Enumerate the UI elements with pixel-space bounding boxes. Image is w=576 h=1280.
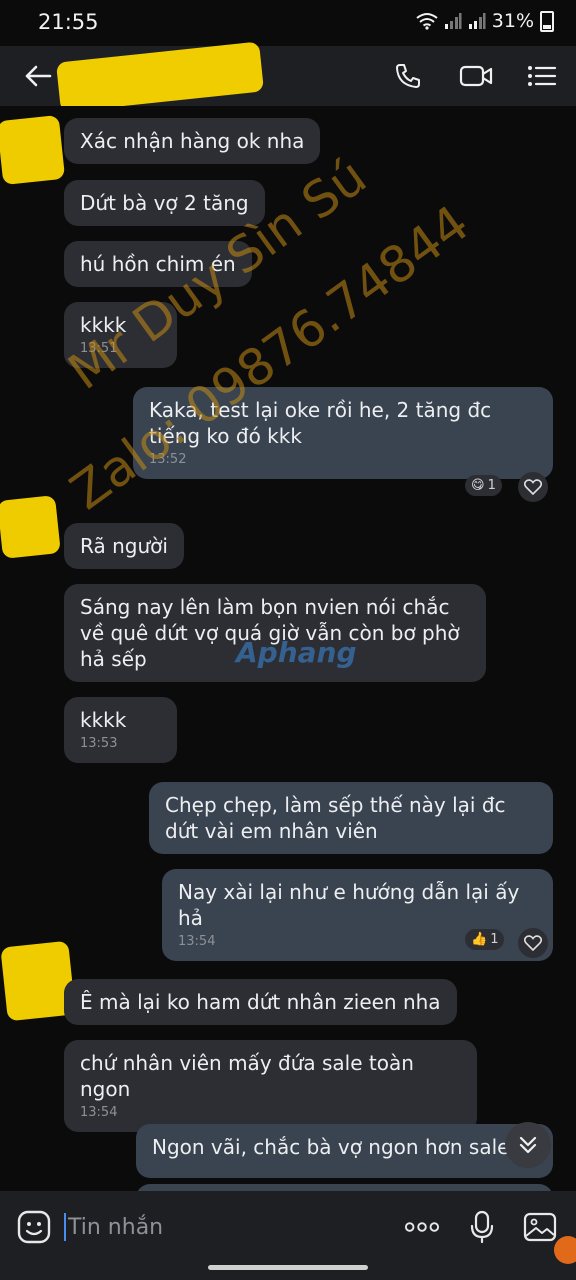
message-bubble-incoming[interactable]: Xác nhận hàng ok nha <box>64 118 321 164</box>
avatar-censored <box>0 114 66 186</box>
conversation-menu-button[interactable] <box>520 54 564 98</box>
reaction-badge[interactable]: 😋 1 <box>465 475 502 496</box>
battery-percent: 31% <box>491 10 534 32</box>
chat-message-list[interactable]: Xác nhận hàng ok nha Dứt bà vợ 2 tăng hú… <box>0 106 576 1191</box>
reaction-badge[interactable]: 👍 1 <box>465 929 505 950</box>
message-bubble-incoming[interactable]: Rã người <box>64 523 184 569</box>
message-text: chứ nhân viên mấy đứa sale toàn ngon <box>80 1051 414 1101</box>
signal-icon-1 <box>444 13 462 29</box>
contact-name-censored <box>55 41 265 113</box>
chat-header <box>0 41 576 113</box>
message-bubble-outgoing-partial[interactable] <box>136 1184 553 1191</box>
video-icon <box>459 65 493 87</box>
scroll-to-bottom-button[interactable] <box>505 1122 551 1168</box>
message-time: 13:52 <box>149 452 187 467</box>
message-input-placeholder: Tin nhắn <box>68 1214 164 1240</box>
message-bubble-incoming[interactable]: Ê mà lại ko ham dứt nhân zieen nha <box>64 979 457 1025</box>
message-bubble-incoming[interactable]: chứ nhân viên mấy đứa sale toàn ngon 13:… <box>64 1040 477 1132</box>
wifi-icon <box>416 13 438 30</box>
message-text: Xác nhận hàng ok nha <box>80 129 305 153</box>
home-indicator <box>208 1265 368 1270</box>
heart-icon <box>524 479 542 495</box>
more-icon <box>404 1222 440 1232</box>
list-menu-icon <box>528 66 557 86</box>
send-image-button[interactable] <box>522 1209 558 1245</box>
message-time: 13:53 <box>80 736 118 751</box>
mic-icon <box>470 1210 494 1244</box>
message-text: Ê mà lại ko ham dứt nhân zieen nha <box>80 990 441 1014</box>
message-text: kkkk <box>80 708 127 732</box>
message-text: Nay xài lại như e hướng dẫn lại ấy hả <box>178 880 520 930</box>
watermark-logo: Aphang <box>236 636 357 669</box>
reaction-thumbs-up-icon: 👍 <box>471 932 488 947</box>
status-time: 21:55 <box>38 10 99 34</box>
reaction-count: 1 <box>487 478 496 493</box>
emoji-button[interactable] <box>16 1209 52 1245</box>
back-arrow-icon <box>25 65 52 87</box>
status-bar: 21:55 31% <box>0 0 576 46</box>
back-button[interactable] <box>16 54 60 98</box>
floating-badge-icon[interactable] <box>554 1236 576 1264</box>
message-input[interactable]: Tin nhắn <box>64 1207 384 1247</box>
chevron-down-icon <box>519 1136 537 1154</box>
heart-icon <box>524 935 542 951</box>
status-icons: 31% <box>416 10 554 32</box>
text-cursor <box>64 1213 66 1241</box>
video-call-button[interactable] <box>454 54 498 98</box>
reaction-emoji-icon: 😋 <box>471 478 485 493</box>
image-icon <box>523 1212 557 1242</box>
message-bubble-incoming[interactable]: kkkk 13:53 <box>64 697 177 763</box>
battery-icon <box>540 10 554 32</box>
message-text: Rã người <box>80 534 168 558</box>
heart-react-button[interactable] <box>518 472 548 502</box>
message-bubble-incoming[interactable]: Dứt bà vợ 2 tăng <box>64 180 265 226</box>
message-text: Chẹp chẹp, làm sếp thế này lại đc dứt và… <box>165 793 506 843</box>
message-text: Dứt bà vợ 2 tăng <box>80 191 249 215</box>
message-text: Ngon vãi, chắc bà vợ ngon hơn sale <box>152 1135 510 1159</box>
signal-icon-2 <box>468 13 486 29</box>
message-bubble-outgoing[interactable]: Ngon vãi, chắc bà vợ ngon hơn sale <box>136 1124 553 1178</box>
more-options-button[interactable] <box>404 1209 440 1245</box>
voice-call-button[interactable] <box>386 54 430 98</box>
message-bubble-outgoing[interactable]: Chẹp chẹp, làm sếp thế này lại đc dứt và… <box>149 782 553 854</box>
avatar-censored <box>0 495 61 559</box>
message-time: 13:54 <box>80 1105 118 1120</box>
heart-react-button[interactable] <box>518 928 548 958</box>
phone-icon <box>396 64 420 88</box>
voice-message-button[interactable] <box>464 1209 500 1245</box>
reaction-count: 1 <box>490 932 499 947</box>
emoji-icon <box>17 1210 51 1244</box>
